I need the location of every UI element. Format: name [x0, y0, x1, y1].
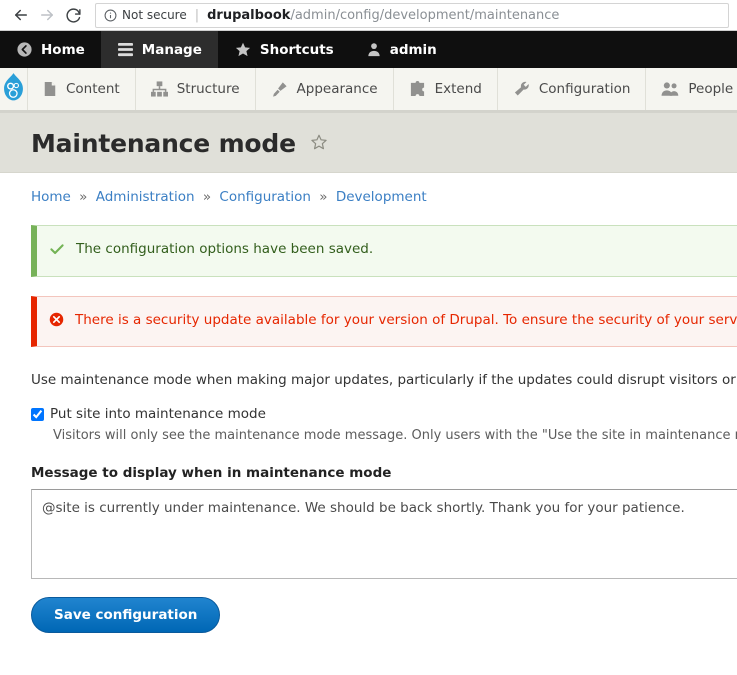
breadcrumb-separator: » — [202, 189, 212, 205]
menu-item-configuration[interactable]: Configuration — [498, 68, 647, 110]
star-icon — [234, 41, 252, 58]
maintenance-checkbox-row[interactable]: Put site into maintenance mode — [31, 406, 737, 422]
forward-arrow-icon — [34, 2, 60, 28]
menu-item-label: Appearance — [296, 81, 378, 97]
error-message: There is a security update available for… — [31, 296, 737, 348]
browser-chrome: Not secure | drupalbook/admin/config/dev… — [0, 0, 737, 31]
star-outline-icon[interactable] — [310, 133, 328, 155]
omnibox-separator: | — [194, 7, 200, 23]
menu-item-label: Extend — [434, 81, 482, 97]
maintenance-mode-checkbox[interactable] — [31, 408, 44, 422]
menu-item-people[interactable]: People — [646, 68, 737, 110]
info-circle-icon — [104, 9, 117, 22]
error-message-text: There is a security update available for… — [75, 312, 737, 329]
breadcrumb-item-development[interactable]: Development — [336, 189, 427, 205]
toolbar-item-shortcuts[interactable]: Shortcuts — [218, 31, 350, 68]
breadcrumb: Home » Administration » Configuration » … — [0, 173, 737, 217]
page-title: Maintenance mode — [31, 129, 296, 158]
address-bar[interactable]: Not secure | drupalbook/admin/config/dev… — [95, 2, 729, 28]
sitemap-icon — [150, 81, 168, 97]
menu-item-label: People — [688, 81, 734, 97]
maintenance-mode-checkbox-label[interactable]: Put site into maintenance mode — [50, 406, 266, 422]
error-circle-icon — [49, 312, 64, 332]
toolbar-item-admin[interactable]: admin — [350, 31, 453, 68]
wrench-icon — [513, 81, 530, 98]
admin-toolbar: Home Manage Shortcuts admin — [0, 31, 737, 68]
security-status-label: Not secure — [122, 8, 187, 22]
menu-item-label: Content — [66, 81, 120, 97]
menu-item-appearance[interactable]: Appearance — [256, 68, 394, 110]
user-icon — [366, 41, 382, 58]
maintenance-message-textarea[interactable] — [31, 489, 737, 580]
hamburger-icon — [117, 42, 134, 57]
status-message-text: The configuration options have been save… — [76, 241, 374, 257]
toolbar-item-label: admin — [389, 41, 437, 58]
menu-item-content[interactable]: Content — [28, 68, 136, 110]
breadcrumb-item-configuration[interactable]: Configuration — [219, 189, 311, 205]
url-path: /admin/config/development/maintenance — [290, 7, 560, 23]
menu-item-structure[interactable]: Structure — [136, 68, 256, 110]
breadcrumb-separator: » — [319, 189, 328, 205]
url-host: drupalbook — [207, 7, 291, 23]
toolbar-item-home[interactable]: Home — [0, 31, 101, 68]
menu-item-label: Configuration — [538, 81, 631, 97]
toolbar-item-manage[interactable]: Manage — [100, 31, 218, 68]
menu-item-extend[interactable]: Extend — [394, 68, 498, 110]
puzzle-icon — [409, 81, 426, 97]
menu-item-label: Structure — [176, 81, 240, 97]
maintenance-checkbox-description: Visitors will only see the maintenance m… — [53, 428, 737, 444]
toolbar-item-label: Shortcuts — [259, 41, 334, 58]
admin-menu-bar: Content Structure Appearance Extend Conf… — [0, 68, 737, 113]
form-intro-text: Use maintenance mode when making major u… — [31, 372, 737, 389]
drupal-logo[interactable] — [0, 68, 28, 110]
message-field-label: Message to display when in maintenance m… — [31, 465, 392, 482]
breadcrumb-separator: » — [79, 189, 88, 205]
maintenance-mode-form: Use maintenance mode when making major u… — [0, 372, 737, 634]
save-configuration-button[interactable]: Save configuration — [31, 597, 221, 634]
toolbar-item-label: Home — [41, 41, 85, 58]
people-icon — [661, 81, 679, 97]
drupal-droplet-icon — [0, 72, 27, 106]
toolbar-item-label: Manage — [141, 41, 202, 58]
reload-icon[interactable] — [60, 2, 86, 28]
status-message: The configuration options have been save… — [31, 225, 737, 278]
file-icon — [43, 81, 57, 97]
back-arrow-icon[interactable] — [8, 2, 34, 28]
page-title-band: Maintenance mode — [0, 113, 737, 173]
back-circle-icon — [16, 41, 33, 58]
checkmark-icon — [49, 241, 65, 262]
breadcrumb-item-home[interactable]: Home — [31, 189, 71, 205]
paintbrush-icon — [271, 81, 288, 98]
breadcrumb-item-administration[interactable]: Administration — [96, 189, 195, 205]
